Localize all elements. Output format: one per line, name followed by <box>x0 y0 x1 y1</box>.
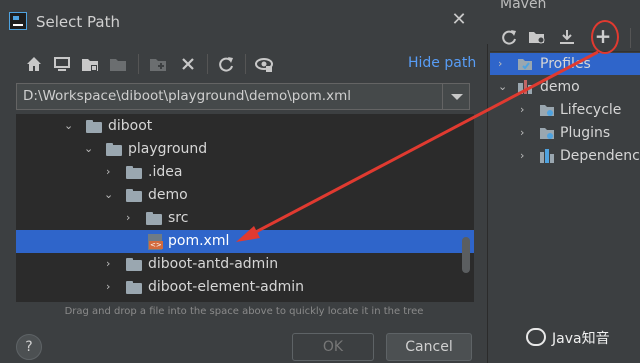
screenshot-stage: Select Path ✕ Hide path D:\Workspace\dib… <box>0 0 640 363</box>
plugins-icon <box>540 128 554 139</box>
delete-icon[interactable] <box>178 54 198 74</box>
maven-tree-row[interactable]: ⌄ demo <box>490 76 640 98</box>
new-folder-icon <box>150 59 166 71</box>
tree-row-label: diboot <box>108 118 153 134</box>
desktop-icon[interactable] <box>52 54 72 74</box>
help-button[interactable]: ? <box>16 334 42 360</box>
maven-tree-row[interactable]: › Lifecycle <box>490 99 640 121</box>
reload-icon[interactable] <box>500 28 518 46</box>
folder-icon <box>126 258 142 271</box>
wechat-icon <box>526 328 546 346</box>
tree-row-label: .idea <box>148 164 183 180</box>
tree-row-label: pom.xml <box>168 233 230 249</box>
tree-row[interactable]: › .idea <box>16 161 474 184</box>
tree-row[interactable]: › diboot-antd-admin <box>16 253 474 276</box>
tree-row-label: playground <box>128 141 208 157</box>
folder-icon <box>106 143 122 156</box>
maven-tree-row[interactable]: › Plugins <box>490 122 640 144</box>
dependencies-icon <box>540 149 554 163</box>
tree-row[interactable]: › src <box>16 207 474 230</box>
watermark-text: Java知音 <box>552 331 610 347</box>
maven-row-label: Plugins <box>560 125 611 141</box>
hide-path-link[interactable]: Hide path <box>408 55 476 71</box>
maven-row-label: Profiles <box>540 56 591 72</box>
select-path-dialog: Select Path ✕ Hide path D:\Workspace\dib… <box>0 0 488 363</box>
tree-scrollbar-thumb[interactable] <box>462 237 470 273</box>
folder-icon <box>126 281 142 294</box>
lifecycle-icon <box>540 105 554 116</box>
project-folder-icon[interactable] <box>80 54 100 74</box>
chevron-right-icon[interactable]: › <box>498 57 502 70</box>
maven-row-label: Lifecycle <box>560 102 622 118</box>
download-icon[interactable] <box>558 28 576 46</box>
chevron-right-icon[interactable]: › <box>106 258 116 270</box>
chevron-right-icon[interactable]: › <box>520 103 524 116</box>
toolbar-separator <box>138 54 139 74</box>
chevron-down-icon[interactable]: ⌄ <box>104 189 114 201</box>
tree-row-label: src <box>168 210 189 226</box>
cancel-button[interactable]: Cancel <box>386 333 472 361</box>
home-icon[interactable] <box>24 54 44 74</box>
folder-icon <box>126 189 142 202</box>
file-tree[interactable]: ⌄ diboot ⌄ playground › .idea ⌄ demo › s… <box>16 114 474 302</box>
toolbar-separator <box>207 54 208 74</box>
chevron-down-icon[interactable]: ⌄ <box>84 143 94 155</box>
maven-module-icon <box>518 80 532 94</box>
toolbar-separator <box>630 28 631 48</box>
dialog-title-bar: Select Path ✕ <box>0 0 488 44</box>
tree-row[interactable]: › diboot-element-admin <box>16 276 474 299</box>
file-chooser-toolbar <box>16 50 476 78</box>
folder-icon <box>146 212 162 225</box>
generate-sources-icon[interactable] <box>528 28 546 46</box>
tree-row-selected[interactable]: pom.xml <box>16 230 474 253</box>
module-folder-icon <box>110 59 126 71</box>
tree-row[interactable]: ⌄ playground <box>16 138 474 161</box>
tree-row-label: diboot-antd-admin <box>148 256 279 272</box>
chevron-down-icon[interactable]: ⌄ <box>498 80 507 93</box>
drag-drop-hint: Drag and drop a file into the space abov… <box>64 306 424 317</box>
maven-row-label: Dependencies <box>560 148 640 164</box>
chevron-down-icon[interactable]: ⌄ <box>64 120 74 132</box>
tree-row-label: diboot-element-admin <box>148 279 304 295</box>
path-input[interactable]: D:\Workspace\diboot\playground\demo\pom.… <box>16 83 470 110</box>
maven-row-label: demo <box>540 79 580 95</box>
maven-tool-window: Maven + › Profiles ⌄ demo › Lifecycle › … <box>490 0 640 363</box>
folder-icon <box>126 166 142 179</box>
maven-tree-row-selected[interactable]: › Profiles <box>490 53 640 75</box>
close-icon[interactable]: ✕ <box>449 10 469 30</box>
chevron-right-icon[interactable]: › <box>106 281 116 293</box>
chevron-right-icon[interactable]: › <box>106 166 116 178</box>
show-hidden-icon[interactable] <box>254 54 274 74</box>
path-history-dropdown[interactable] <box>442 84 469 109</box>
toolbar-separator <box>245 54 246 74</box>
tree-row[interactable]: ⌄ demo <box>16 184 474 207</box>
refresh-icon[interactable] <box>216 54 236 74</box>
chevron-right-icon[interactable]: › <box>520 149 524 162</box>
dialog-title: Select Path <box>36 13 120 31</box>
maven-title: Maven <box>500 0 547 12</box>
intellij-app-icon <box>9 12 27 30</box>
tree-row[interactable]: ⌄ diboot <box>16 115 474 138</box>
maven-tree-row[interactable]: › Dependencies <box>490 145 640 167</box>
ok-button[interactable]: OK <box>292 333 374 361</box>
chevron-right-icon[interactable]: › <box>126 212 136 224</box>
chevron-right-icon[interactable]: › <box>520 126 524 139</box>
xml-file-icon <box>148 234 163 250</box>
tree-row-label: demo <box>148 187 188 203</box>
folder-icon <box>86 120 102 133</box>
path-input-value: D:\Workspace\diboot\playground\demo\pom.… <box>23 88 351 104</box>
profiles-icon <box>518 59 532 70</box>
annotation-circle <box>591 20 619 54</box>
